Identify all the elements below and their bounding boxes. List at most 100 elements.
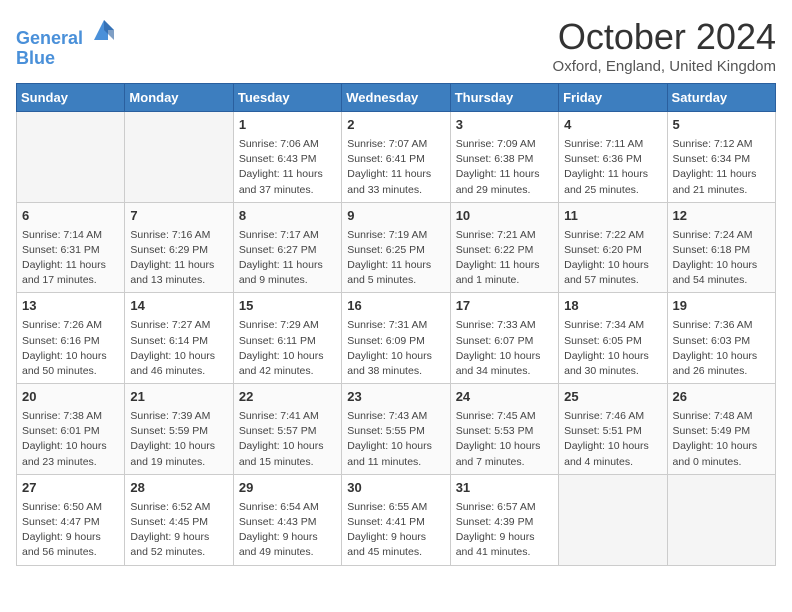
day-number: 22 — [239, 388, 336, 407]
logo: General Blue — [16, 16, 120, 69]
weekday-header-row: SundayMondayTuesdayWednesdayThursdayFrid… — [17, 84, 776, 112]
location-text: Oxford, England, United Kingdom — [553, 58, 776, 75]
calendar-cell — [559, 474, 667, 565]
calendar-cell: 13 Sunrise: 7:26 AM Sunset: 6:16 PM Dayli… — [17, 293, 125, 384]
calendar-cell: 23Sunrise: 7:43 AM Sunset: 5:55 PM Dayli… — [342, 384, 450, 475]
logo-text: General — [16, 16, 118, 49]
day-info: Sunrise: 7:33 AM Sunset: 6:07 PM Dayligh… — [456, 318, 553, 379]
day-number: 7 — [130, 207, 227, 226]
weekday-header: Wednesday — [342, 84, 450, 112]
calendar-cell: 8 Sunrise: 7:17 AM Sunset: 6:27 PM Daylig… — [233, 202, 341, 293]
calendar-cell: 5Sunrise: 7:12 AM Sunset: 6:34 PM Daylig… — [667, 112, 775, 203]
day-number: 29 — [239, 479, 336, 498]
calendar-cell: 20 Sunrise: 7:38 AM Sunset: 6:01 PM Dayli… — [17, 384, 125, 475]
day-number: 1 — [239, 116, 336, 135]
day-number: 26 — [673, 388, 770, 407]
day-info: Sunrise: 7:07 AM Sunset: 6:41 PM Dayligh… — [347, 137, 444, 198]
day-number: 4 — [564, 116, 661, 135]
calendar-table: SundayMondayTuesdayWednesdayThursdayFrid… — [16, 83, 776, 566]
day-number: 13 — [22, 297, 119, 316]
day-info: Sunrise: 7:09 AM Sunset: 6:38 PM Dayligh… — [456, 137, 553, 198]
calendar-cell: 15 Sunrise: 7:29 AM Sunset: 6:11 PM Dayli… — [233, 293, 341, 384]
day-info: Sunrise: 7:27 AM Sunset: 6:14 PM Dayligh… — [130, 318, 227, 379]
day-info: Sunrise: 7:48 AM Sunset: 5:49 PM Dayligh… — [673, 409, 770, 470]
day-info: Sunrise: 7:22 AM Sunset: 6:20 PM Dayligh… — [564, 228, 661, 289]
logo-blue-text: Blue — [16, 49, 120, 69]
day-number: 27 — [22, 479, 119, 498]
calendar-cell: 14 Sunrise: 7:27 AM Sunset: 6:14 PM Dayli… — [125, 293, 233, 384]
day-number: 11 — [564, 207, 661, 226]
day-number: 12 — [673, 207, 770, 226]
day-info: Sunrise: 7:14 AM Sunset: 6:31 PM Dayligh… — [22, 228, 119, 289]
day-info: Sunrise: 7:16 AM Sunset: 6:29 PM Dayligh… — [130, 228, 227, 289]
day-number: 2 — [347, 116, 444, 135]
calendar-cell: 1 Sunrise: 7:06 AM Sunset: 6:43 PM Daylig… — [233, 112, 341, 203]
calendar-cell: 27 Sunrise: 6:50 AM Sunset: 4:47 PM Dayli… — [17, 474, 125, 565]
day-info: Sunrise: 6:57 AM Sunset: 4:39 PM Dayligh… — [456, 500, 553, 561]
calendar-cell: 30 Sunrise: 6:55 AM Sunset: 4:41 PM Dayli… — [342, 474, 450, 565]
day-info: Sunrise: 6:54 AM Sunset: 4:43 PM Dayligh… — [239, 500, 336, 561]
day-info: Sunrise: 7:34 AM Sunset: 6:05 PM Dayligh… — [564, 318, 661, 379]
calendar-week-row: 20 Sunrise: 7:38 AM Sunset: 6:01 PM Dayli… — [17, 384, 776, 475]
calendar-cell: 11 Sunrise: 7:22 AM Sunset: 6:20 PM Dayli… — [559, 202, 667, 293]
calendar-week-row: 13 Sunrise: 7:26 AM Sunset: 6:16 PM Dayli… — [17, 293, 776, 384]
day-info: Sunrise: 7:29 AM Sunset: 6:11 PM Dayligh… — [239, 318, 336, 379]
calendar-cell — [125, 112, 233, 203]
calendar-cell: 7 Sunrise: 7:16 AM Sunset: 6:29 PM Daylig… — [125, 202, 233, 293]
calendar-cell: 26 Sunrise: 7:48 AM Sunset: 5:49 PM Dayli… — [667, 384, 775, 475]
calendar-cell: 21Sunrise: 7:39 AM Sunset: 5:59 PM Dayli… — [125, 384, 233, 475]
day-number: 28 — [130, 479, 227, 498]
day-info: Sunrise: 7:21 AM Sunset: 6:22 PM Dayligh… — [456, 228, 553, 289]
day-number: 19 — [673, 297, 770, 316]
day-info: Sunrise: 7:43 AM Sunset: 5:55 PM Dayligh… — [347, 409, 444, 470]
day-info: Sunrise: 7:06 AM Sunset: 6:43 PM Dayligh… — [239, 137, 336, 198]
day-info: Sunrise: 7:36 AM Sunset: 6:03 PM Dayligh… — [673, 318, 770, 379]
day-info: Sunrise: 7:38 AM Sunset: 6:01 PM Dayligh… — [22, 409, 119, 470]
day-info: Sunrise: 7:41 AM Sunset: 5:57 PM Dayligh… — [239, 409, 336, 470]
calendar-cell: 12 Sunrise: 7:24 AM Sunset: 6:18 PM Dayli… — [667, 202, 775, 293]
calendar-cell: 10Sunrise: 7:21 AM Sunset: 6:22 PM Dayli… — [450, 202, 558, 293]
day-number: 20 — [22, 388, 119, 407]
calendar-week-row: 1 Sunrise: 7:06 AM Sunset: 6:43 PM Daylig… — [17, 112, 776, 203]
page-header: General Blue October 2024 Oxford, Englan… — [16, 16, 776, 75]
title-section: October 2024 Oxford, England, United Kin… — [553, 16, 776, 75]
calendar-cell: 19 Sunrise: 7:36 AM Sunset: 6:03 PM Dayli… — [667, 293, 775, 384]
logo-icon — [90, 16, 118, 44]
day-number: 14 — [130, 297, 227, 316]
weekday-header: Monday — [125, 84, 233, 112]
day-number: 30 — [347, 479, 444, 498]
weekday-header: Tuesday — [233, 84, 341, 112]
day-number: 8 — [239, 207, 336, 226]
day-info: Sunrise: 7:11 AM Sunset: 6:36 PM Dayligh… — [564, 137, 661, 198]
day-info: Sunrise: 6:55 AM Sunset: 4:41 PM Dayligh… — [347, 500, 444, 561]
calendar-week-row: 27 Sunrise: 6:50 AM Sunset: 4:47 PM Dayli… — [17, 474, 776, 565]
calendar-cell: 29 Sunrise: 6:54 AM Sunset: 4:43 PM Dayli… — [233, 474, 341, 565]
day-info: Sunrise: 7:19 AM Sunset: 6:25 PM Dayligh… — [347, 228, 444, 289]
day-info: Sunrise: 7:24 AM Sunset: 6:18 PM Dayligh… — [673, 228, 770, 289]
day-info: Sunrise: 6:52 AM Sunset: 4:45 PM Dayligh… — [130, 500, 227, 561]
day-number: 18 — [564, 297, 661, 316]
day-number: 21 — [130, 388, 227, 407]
day-number: 24 — [456, 388, 553, 407]
calendar-cell: 31Sunrise: 6:57 AM Sunset: 4:39 PM Dayli… — [450, 474, 558, 565]
month-title: October 2024 — [553, 16, 776, 58]
day-info: Sunrise: 7:26 AM Sunset: 6:16 PM Dayligh… — [22, 318, 119, 379]
calendar-week-row: 6 Sunrise: 7:14 AM Sunset: 6:31 PM Daylig… — [17, 202, 776, 293]
calendar-cell: 16Sunrise: 7:31 AM Sunset: 6:09 PM Dayli… — [342, 293, 450, 384]
day-number: 15 — [239, 297, 336, 316]
calendar-cell — [17, 112, 125, 203]
day-number: 17 — [456, 297, 553, 316]
calendar-cell: 18 Sunrise: 7:34 AM Sunset: 6:05 PM Dayli… — [559, 293, 667, 384]
day-number: 16 — [347, 297, 444, 316]
calendar-cell: 22 Sunrise: 7:41 AM Sunset: 5:57 PM Dayli… — [233, 384, 341, 475]
day-number: 5 — [673, 116, 770, 135]
calendar-cell: 24Sunrise: 7:45 AM Sunset: 5:53 PM Dayli… — [450, 384, 558, 475]
day-number: 6 — [22, 207, 119, 226]
day-info: Sunrise: 6:50 AM Sunset: 4:47 PM Dayligh… — [22, 500, 119, 561]
day-info: Sunrise: 7:46 AM Sunset: 5:51 PM Dayligh… — [564, 409, 661, 470]
day-number: 25 — [564, 388, 661, 407]
day-info: Sunrise: 7:17 AM Sunset: 6:27 PM Dayligh… — [239, 228, 336, 289]
weekday-header: Friday — [559, 84, 667, 112]
calendar-cell: 3 Sunrise: 7:09 AM Sunset: 6:38 PM Daylig… — [450, 112, 558, 203]
day-number: 3 — [456, 116, 553, 135]
